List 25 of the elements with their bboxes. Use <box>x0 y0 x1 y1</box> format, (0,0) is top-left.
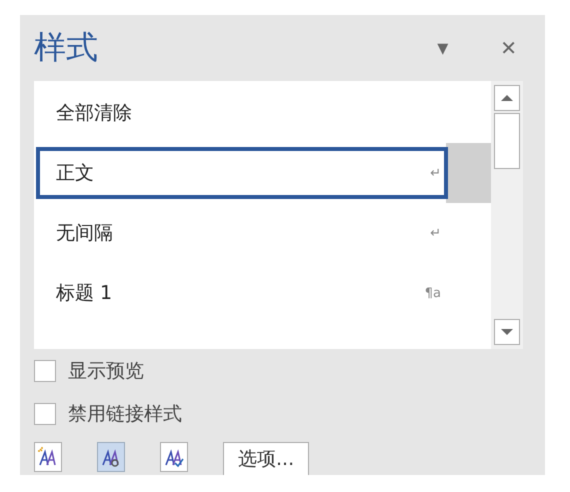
up-caret-icon <box>500 94 514 102</box>
new-style-button[interactable] <box>34 442 62 472</box>
scroll-down-button[interactable] <box>494 319 520 345</box>
style-type-mark: ¶a <box>424 286 441 300</box>
style-type-mark: ↵ <box>430 226 441 240</box>
scroll-up-button[interactable] <box>494 85 520 111</box>
manage-styles-button[interactable] <box>160 442 188 472</box>
checkbox-label: 显示预览 <box>68 358 144 384</box>
pane-title: 样式 <box>34 27 99 68</box>
checkbox[interactable] <box>34 402 56 424</box>
options-button[interactable]: 选项... <box>223 442 310 475</box>
sparkle-letters-icon <box>37 446 59 468</box>
style-item[interactable]: 无间隔 ↵ <box>34 203 491 263</box>
close-button[interactable]: ✕ <box>500 36 517 60</box>
style-type-mark: ↵ <box>430 166 441 180</box>
checkbox[interactable] <box>34 360 56 382</box>
pane-menu-button[interactable]: ▾ <box>437 36 448 60</box>
style-item[interactable]: 标题 1 ¶a <box>34 263 491 323</box>
style-inspector-button[interactable] <box>97 442 125 472</box>
style-item[interactable]: 全部清除 <box>34 83 491 143</box>
down-caret-icon <box>500 328 514 336</box>
style-item[interactable]: 正文 ↵ <box>34 143 491 203</box>
scrollbar[interactable] <box>491 81 523 349</box>
checkbox-label: 禁用链接样式 <box>68 402 182 426</box>
scroll-thumb[interactable] <box>494 113 520 169</box>
